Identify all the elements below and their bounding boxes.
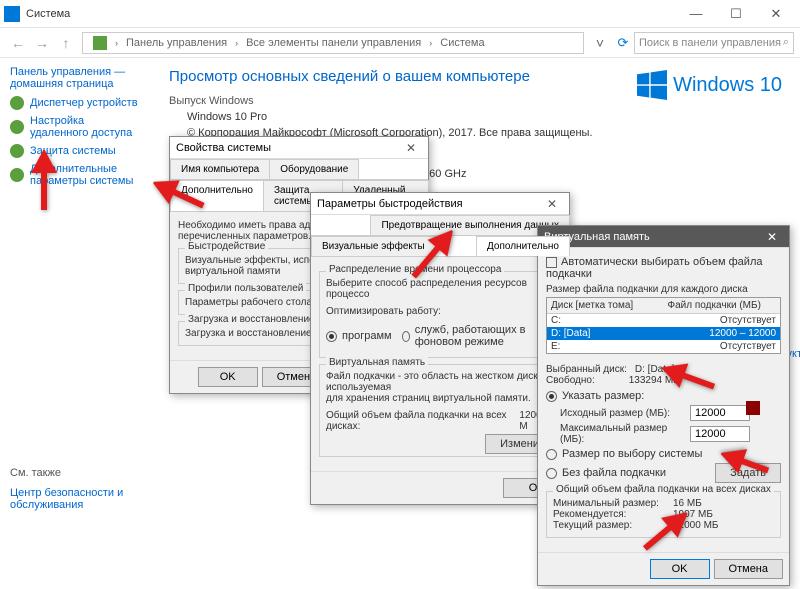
windows-logo: Windows 10	[637, 70, 782, 100]
tab-advanced2[interactable]: Дополнительно	[476, 236, 570, 256]
forward-button[interactable]: →	[30, 31, 54, 55]
dialog3-titlebar: Виртуальная память ✕	[538, 226, 789, 248]
radio-services[interactable]: служб, работающих в фоновом режиме	[402, 324, 554, 348]
back-button[interactable]: ←	[6, 31, 30, 55]
sidebar-header[interactable]: Панель управления — домашняя страница	[10, 66, 145, 90]
arrow-annotation-icon	[24, 150, 64, 218]
dialog1-titlebar: Свойства системы ✕	[170, 137, 428, 159]
auto-manage-checkbox[interactable]: Автоматически выбирать объем файла подка…	[546, 256, 781, 280]
disk-row-d[interactable]: D: [Data]12000 – 12000	[547, 327, 780, 340]
sidebar-device-manager[interactable]: Диспетчер устройств	[10, 96, 145, 110]
search-input[interactable]: Поиск в панели управления ⌕	[634, 32, 794, 54]
dialog3-close-button[interactable]: ✕	[761, 230, 783, 244]
crumb-all[interactable]: Все элементы панели управления	[246, 37, 421, 49]
search-icon: ⌕	[783, 36, 789, 49]
dialog1-title: Свойства системы	[176, 142, 400, 154]
up-button[interactable]: ↑	[54, 31, 78, 55]
sidebar-security-center[interactable]: Центр безопасности и обслуживания	[10, 487, 145, 511]
cp-icon	[93, 36, 107, 50]
cursor-icon	[746, 401, 760, 415]
refresh-button[interactable]: ⟳	[612, 35, 634, 51]
dialog3-cancel-button[interactable]: Отмена	[714, 559, 783, 579]
group-virtual-memory: Виртуальная память Файл подкачки - это о…	[319, 364, 561, 457]
dialog3-title: Виртуальная память	[544, 231, 761, 243]
breadcrumb[interactable]: › Панель управления › Все элементы панел…	[82, 32, 584, 54]
dialog1-ok-button[interactable]: OK	[198, 367, 258, 387]
address-bar: ← → ↑ › Панель управления › Все элементы…	[0, 28, 800, 58]
sidebar-remote-access[interactable]: Настройка удаленного доступа	[10, 115, 145, 139]
close-button[interactable]: ✕	[756, 0, 796, 28]
system-icon	[4, 6, 20, 22]
group-cpu-scheduling: Распределение времени процессора Выберит…	[319, 271, 561, 358]
title-bar: Система — ☐ ✕	[0, 0, 800, 28]
sidebar: Панель управления — домашняя страница Ди…	[0, 58, 155, 589]
edition-value: Windows 10 Pro	[187, 111, 786, 123]
window-title: Система	[26, 8, 676, 20]
dropdown-button[interactable]: ˅	[588, 31, 612, 55]
dialog2-close-button[interactable]: ✕	[541, 197, 563, 211]
dialog1-close-button[interactable]: ✕	[400, 141, 422, 155]
see-also-header: См. также	[10, 467, 145, 479]
radio-programs[interactable]: программ	[326, 324, 392, 348]
dialog1-tabs: Имя компьютера Оборудование	[170, 159, 428, 180]
windows-icon	[637, 70, 667, 100]
crumb-sys[interactable]: Система	[440, 37, 484, 49]
radio-no-paging[interactable]: Без файла подкачки	[546, 467, 715, 479]
minimize-button[interactable]: —	[676, 0, 716, 28]
maximize-button[interactable]: ☐	[716, 0, 756, 28]
crumb-cp[interactable]: Панель управления	[126, 37, 227, 49]
initial-size-input[interactable]	[690, 405, 750, 421]
tab-hardware[interactable]: Оборудование	[269, 159, 359, 179]
disk-row-c[interactable]: C:Отсутствует	[547, 314, 780, 327]
dialog2-titlebar: Параметры быстродействия ✕	[311, 193, 569, 215]
dialog2-title: Параметры быстродействия	[317, 198, 541, 210]
disk-list[interactable]: Диск [метка тома]Файл подкачки (МБ) C:От…	[546, 297, 781, 354]
disk-row-e[interactable]: E:Отсутствует	[547, 340, 780, 353]
